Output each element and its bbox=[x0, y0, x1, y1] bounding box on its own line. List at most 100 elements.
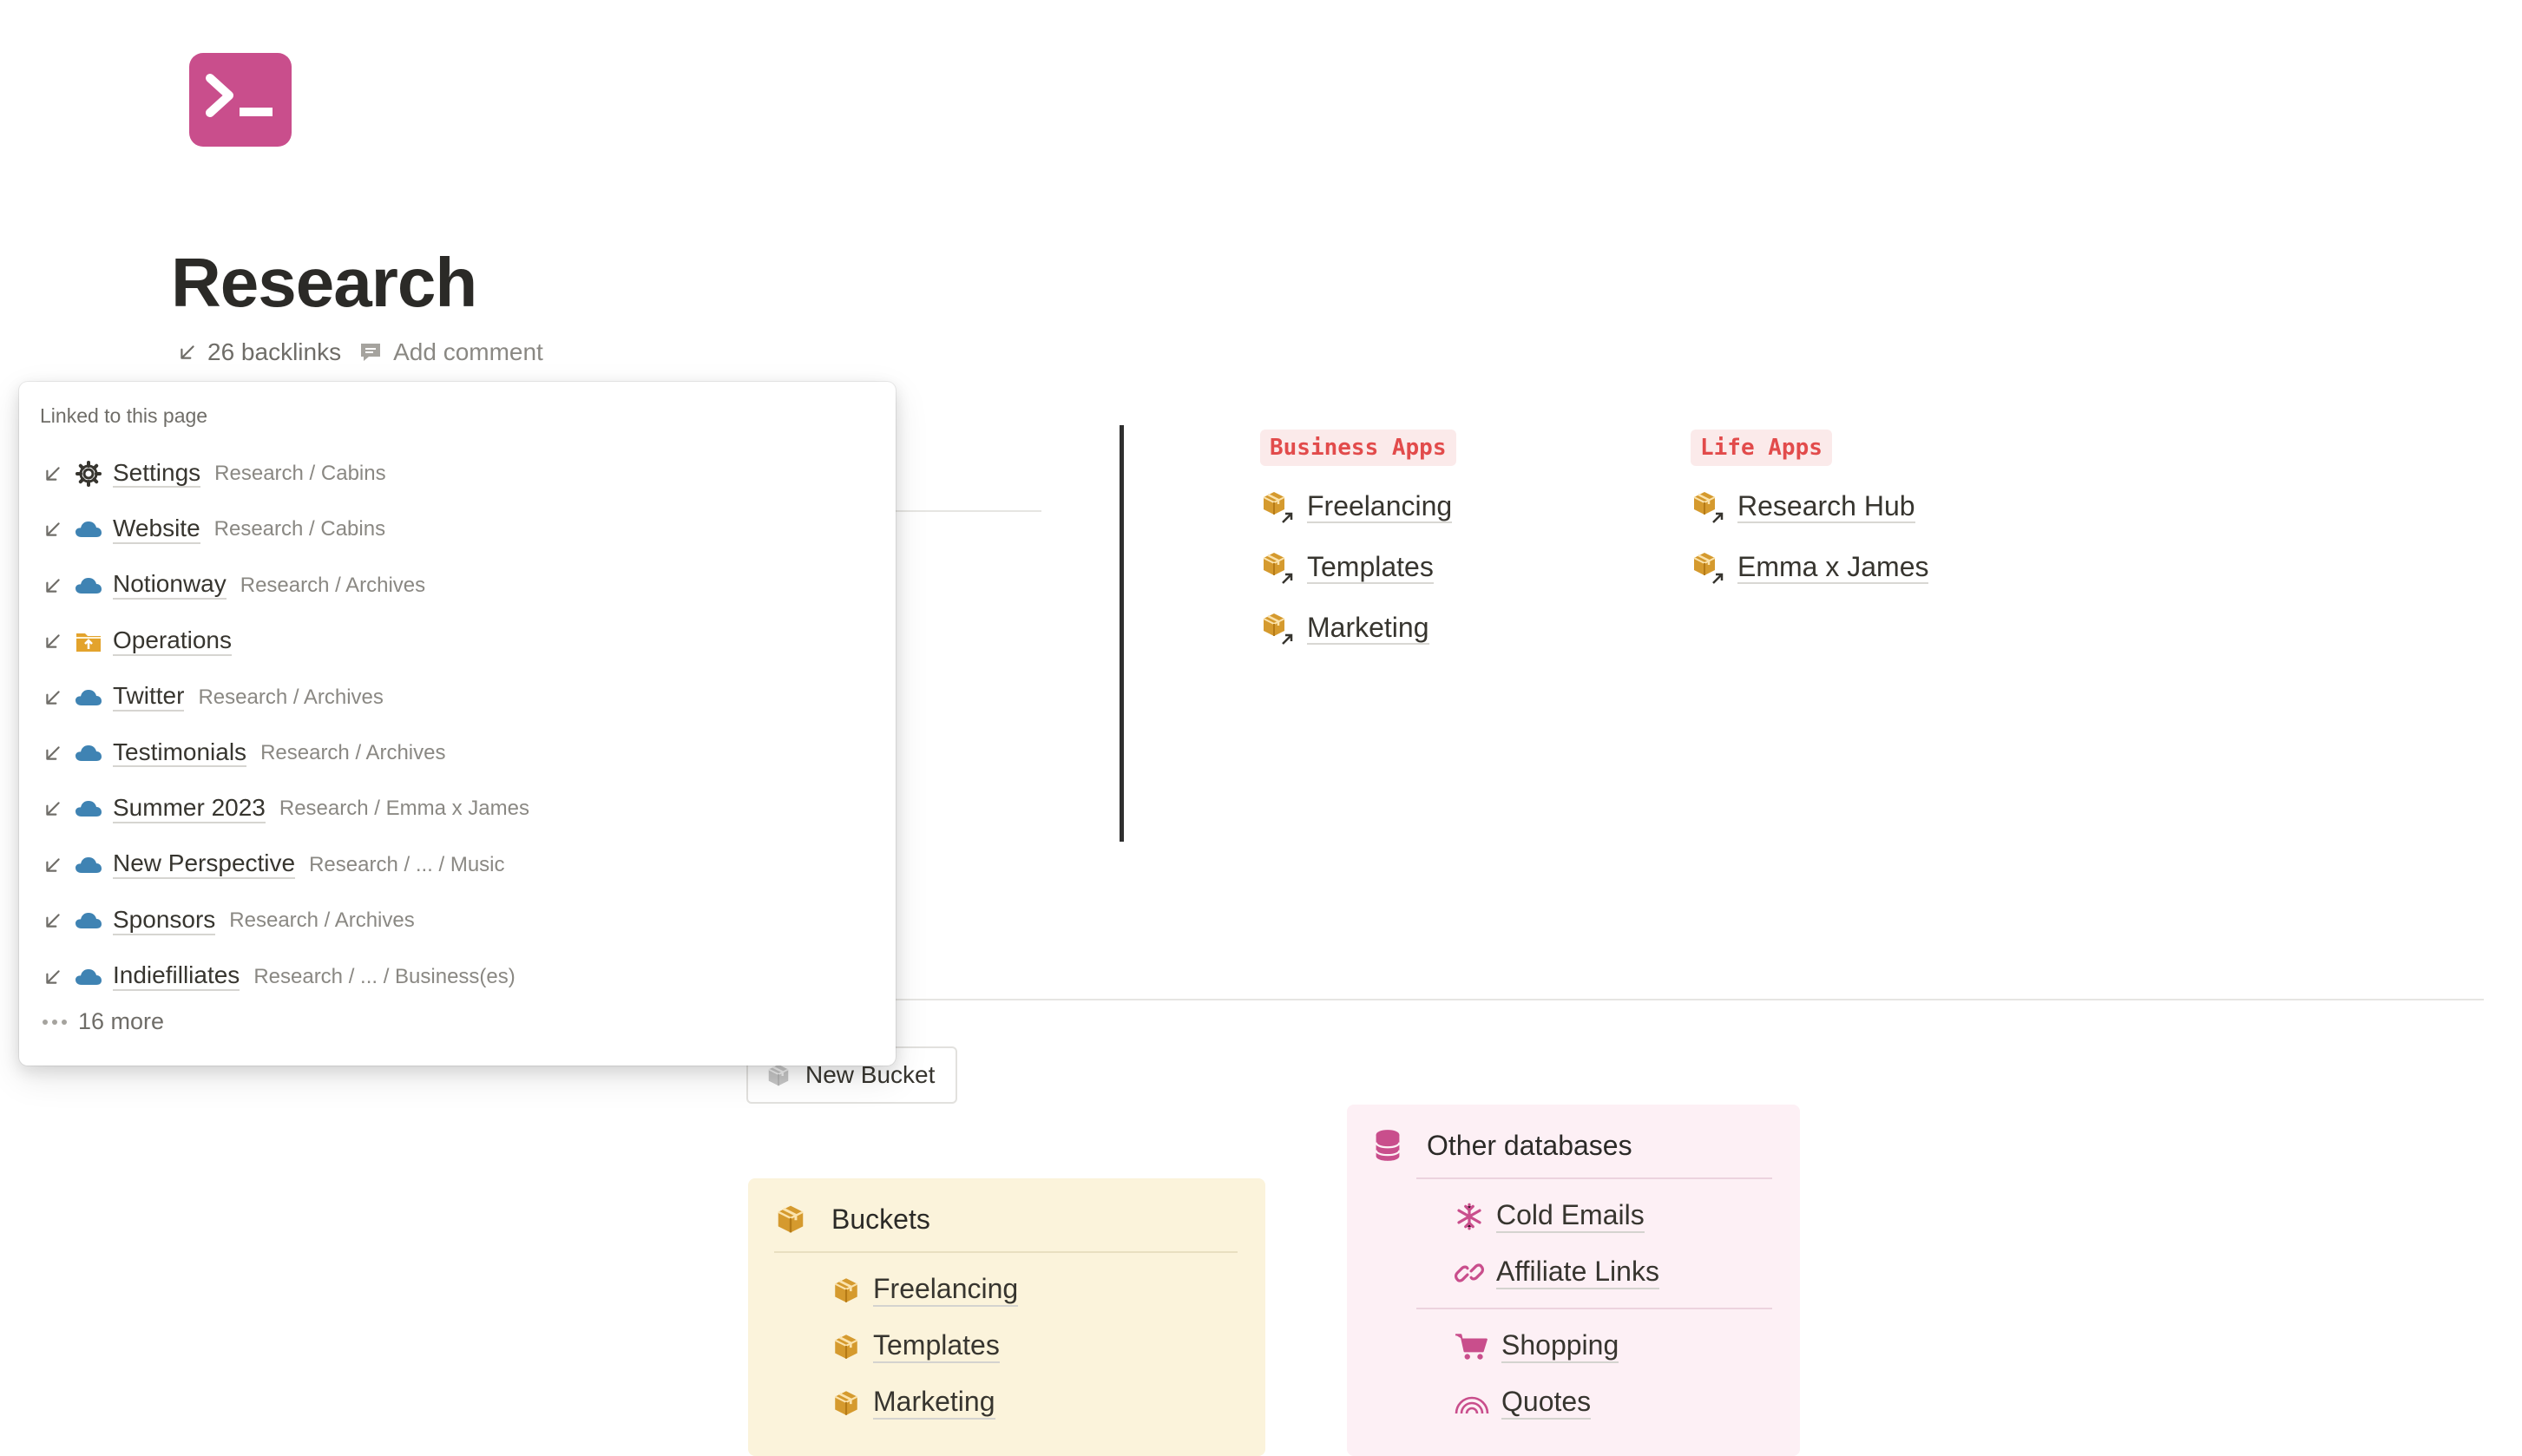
db-link-affiliate-links[interactable]: Affiliate Links bbox=[1455, 1244, 1772, 1301]
box-link-icon bbox=[1262, 490, 1293, 523]
add-comment-button[interactable]: Add comment bbox=[358, 338, 543, 366]
business-apps-tag: Business Apps bbox=[1260, 430, 1456, 466]
backlink-arrow-icon bbox=[43, 911, 75, 930]
backlink-title: Sponsors bbox=[113, 906, 216, 935]
box-icon bbox=[831, 1332, 861, 1361]
box-icon bbox=[774, 1203, 807, 1236]
buckets-callout: Buckets Freelancing Templates Marketing bbox=[748, 1178, 1265, 1456]
app-link-research-hub[interactable]: Research Hub bbox=[1691, 476, 1928, 537]
app-link-emma-x-james[interactable]: Emma x James bbox=[1691, 537, 1929, 598]
cloud-icon bbox=[75, 912, 113, 929]
bucket-link-freelancing[interactable]: Freelancing bbox=[831, 1262, 1238, 1318]
backlink-title: Summer 2023 bbox=[113, 794, 266, 823]
db-link-cold-emails[interactable]: Cold Emails bbox=[1455, 1188, 1772, 1244]
gear-icon bbox=[75, 460, 113, 488]
backlink-item[interactable]: Notionway Research / Archives bbox=[43, 560, 425, 612]
database-icon bbox=[1375, 1130, 1401, 1161]
backlink-arrow-icon bbox=[43, 464, 75, 483]
backlink-title: Website bbox=[113, 515, 200, 544]
backlink-path: Research / Archives bbox=[260, 741, 446, 764]
bucket-link-marketing[interactable]: Marketing bbox=[831, 1374, 1238, 1431]
db-link-label: Affiliate Links bbox=[1496, 1256, 1659, 1289]
box-link-icon bbox=[1692, 490, 1724, 523]
bucket-link-label: Templates bbox=[873, 1329, 1000, 1363]
db-link-label: Cold Emails bbox=[1496, 1199, 1645, 1233]
backlink-item[interactable]: Testimonials Research / Archives bbox=[43, 727, 445, 779]
more-label: 16 more bbox=[78, 1008, 165, 1034]
buckets-title: Buckets bbox=[831, 1203, 930, 1235]
rainbow-icon bbox=[1455, 1396, 1489, 1413]
page-title: Research bbox=[171, 244, 477, 321]
backlink-path: Research / ... / Music bbox=[309, 852, 505, 876]
backlink-item[interactable]: Twitter Research / Archives bbox=[43, 672, 384, 724]
backlinks-button[interactable]: 26 backlinks bbox=[178, 338, 341, 366]
app-link-marketing[interactable]: Marketing bbox=[1260, 598, 1456, 659]
ellipsis-icon bbox=[43, 1019, 67, 1025]
backlink-item[interactable]: New Perspective Research / ... / Music bbox=[43, 839, 505, 891]
cloud-icon bbox=[75, 521, 113, 538]
backlinks-label: 26 backlinks bbox=[207, 338, 342, 365]
cloud-icon bbox=[75, 968, 113, 986]
bucket-link-label: Freelancing bbox=[873, 1273, 1019, 1307]
cloud-icon bbox=[75, 800, 113, 817]
box-icon bbox=[831, 1276, 861, 1305]
cloud-icon bbox=[75, 577, 113, 594]
db-link-label: Shopping bbox=[1501, 1329, 1619, 1363]
other-databases-title: Other databases bbox=[1427, 1129, 1632, 1161]
divider bbox=[774, 1251, 1238, 1253]
buckets-header: Buckets bbox=[774, 1203, 1238, 1236]
page-icon-terminal[interactable] bbox=[189, 53, 292, 147]
backlink-arrow-icon bbox=[43, 967, 75, 987]
app-link-label: Emma x James bbox=[1737, 551, 1929, 585]
app-link-label: Marketing bbox=[1307, 612, 1429, 646]
divider bbox=[1416, 1177, 1772, 1179]
backlink-arrow-icon bbox=[43, 799, 75, 818]
db-link-shopping[interactable]: Shopping bbox=[1455, 1318, 1772, 1374]
backlink-title: Settings bbox=[113, 459, 201, 489]
backlink-path: Research / Archives bbox=[229, 908, 415, 933]
app-link-label: Research Hub bbox=[1737, 490, 1915, 524]
cloud-icon bbox=[75, 744, 113, 762]
backlink-path: Research / ... / Business(es) bbox=[253, 964, 516, 988]
popup-header: Linked to this page bbox=[40, 404, 208, 427]
backlink-path: Research / Emma x James bbox=[279, 797, 529, 821]
db-link-quotes[interactable]: Quotes bbox=[1455, 1374, 1772, 1431]
box-link-icon bbox=[1692, 551, 1724, 584]
terminal-icon bbox=[206, 74, 273, 117]
backlink-arrow-icon bbox=[43, 520, 75, 539]
add-comment-label: Add comment bbox=[393, 338, 543, 365]
page-meta-row: 26 backlinks Add comment bbox=[178, 338, 543, 366]
box-link-icon bbox=[1262, 612, 1293, 645]
backlink-title: Testimonials bbox=[113, 738, 247, 768]
backlink-title: Operations bbox=[113, 626, 232, 656]
backlink-item[interactable]: Website Research / Cabins bbox=[43, 503, 385, 555]
bucket-link-label: Marketing bbox=[873, 1386, 995, 1420]
business-apps-column: Business Apps Freelancing Templates Mark… bbox=[1260, 430, 1456, 659]
cart-icon bbox=[1455, 1333, 1488, 1360]
life-apps-column: Life Apps Research Hub Emma x James bbox=[1691, 430, 1929, 598]
backlink-item[interactable]: Operations bbox=[43, 615, 246, 667]
app-link-templates[interactable]: Templates bbox=[1260, 537, 1456, 598]
backlink-arrow-icon bbox=[178, 343, 197, 362]
bucket-link-templates[interactable]: Templates bbox=[831, 1318, 1238, 1374]
backlink-item[interactable]: Indiefilliates Research / ... / Business(… bbox=[43, 951, 516, 1003]
db-link-label: Quotes bbox=[1501, 1386, 1592, 1420]
backlink-path: Research / Archives bbox=[198, 685, 384, 709]
backlink-title: New Perspective bbox=[113, 850, 296, 880]
box-link-icon bbox=[1262, 551, 1293, 584]
backlink-item[interactable]: Settings Research / Cabins bbox=[43, 448, 386, 500]
backlink-arrow-icon bbox=[43, 632, 75, 651]
backlink-title: Notionway bbox=[113, 571, 227, 600]
snowflake-icon bbox=[1457, 1203, 1481, 1230]
life-apps-tag: Life Apps bbox=[1691, 430, 1832, 466]
app-link-freelancing[interactable]: Freelancing bbox=[1260, 476, 1456, 537]
backlinks-popup: Linked to this page Settings Research / C… bbox=[19, 382, 896, 1066]
more-backlinks-button[interactable]: 16 more bbox=[42, 1008, 164, 1035]
comment-icon bbox=[361, 344, 381, 361]
backlink-arrow-icon bbox=[43, 688, 75, 707]
app-link-label: Templates bbox=[1307, 551, 1434, 585]
backlink-item[interactable]: Summer 2023 Research / Emma x James bbox=[43, 783, 529, 835]
vertical-divider bbox=[1120, 425, 1124, 842]
backlink-item[interactable]: Sponsors Research / Archives bbox=[43, 895, 415, 947]
backlink-arrow-icon bbox=[43, 744, 75, 763]
